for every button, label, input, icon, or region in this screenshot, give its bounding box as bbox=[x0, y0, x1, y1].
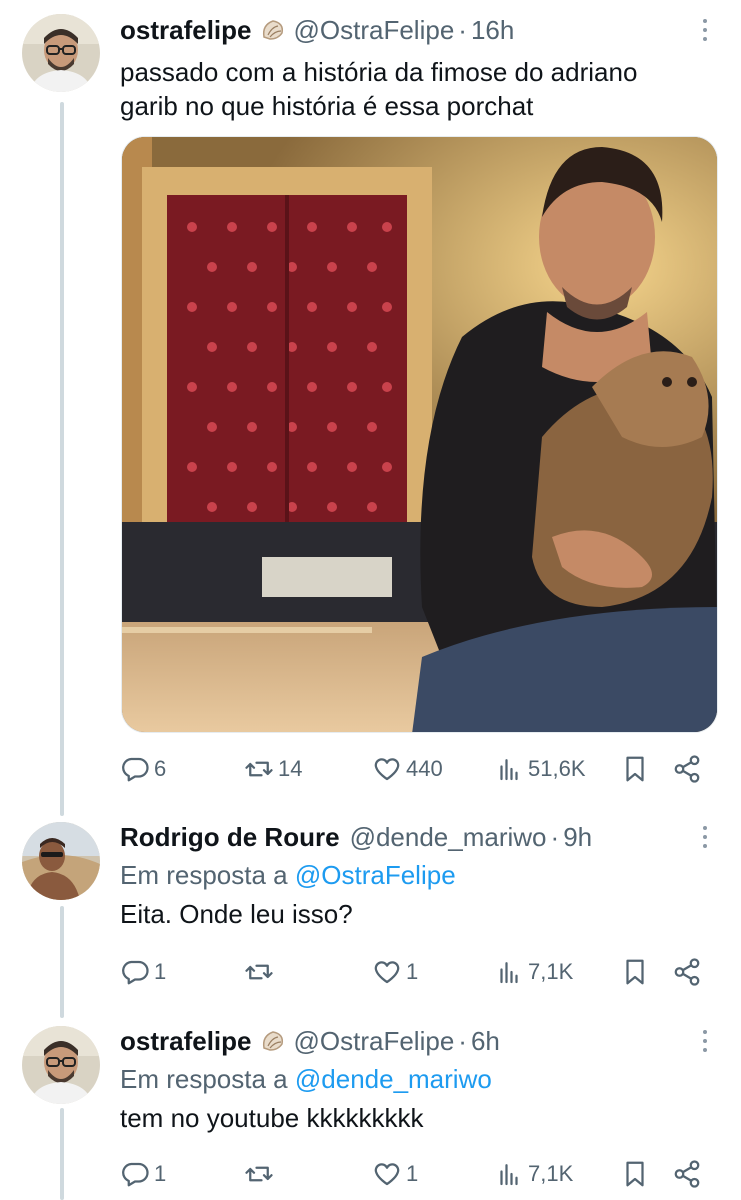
more-options-icon[interactable] bbox=[693, 13, 717, 47]
replying-to: Em resposta a @dende_mariwo bbox=[120, 1064, 717, 1095]
like-count: 1 bbox=[406, 1161, 419, 1186]
display-name[interactable]: Rodrigo de Roure bbox=[120, 822, 340, 853]
separator-dot: · bbox=[458, 1025, 467, 1056]
tweet-text: passado com a história da fimose do adri… bbox=[120, 55, 717, 123]
heart-icon bbox=[374, 758, 400, 781]
tweet-header: ostrafelipe @OstraFelipe · 6h bbox=[120, 1024, 717, 1058]
tweet-media-photo[interactable] bbox=[121, 136, 718, 733]
like-count: 440 bbox=[406, 756, 443, 781]
tweet-text: Eita. Onde leu isso? bbox=[120, 899, 353, 929]
repost-icon bbox=[245, 964, 273, 980]
repost-icon bbox=[245, 1166, 273, 1182]
views-count: 7,1K bbox=[528, 959, 574, 984]
reply-button[interactable]: 1 bbox=[120, 957, 166, 987]
reply-icon bbox=[122, 960, 149, 985]
tweet-header: ostrafelipe @OstraFelipe · 16h bbox=[120, 13, 717, 47]
shell-emoji-icon bbox=[260, 1028, 286, 1054]
share-icon bbox=[674, 958, 700, 986]
reply-count: 6 bbox=[154, 756, 167, 781]
separator-dot: · bbox=[458, 14, 467, 45]
views-button[interactable]: 51,6K bbox=[494, 754, 586, 784]
bookmark-icon bbox=[626, 1161, 644, 1187]
heart-icon bbox=[374, 961, 400, 984]
user-handle[interactable]: @OstraFelipe bbox=[294, 15, 455, 46]
share-button[interactable] bbox=[672, 1159, 702, 1189]
heart-icon bbox=[374, 1163, 400, 1186]
views-chart-icon bbox=[500, 759, 518, 781]
repost-button[interactable] bbox=[244, 957, 274, 987]
repost-icon bbox=[245, 761, 273, 777]
views-count: 7,1K bbox=[528, 1161, 574, 1186]
like-count: 1 bbox=[406, 959, 419, 984]
tweet-text-line: garib no que história é essa porchat bbox=[120, 91, 534, 121]
replying-to-link[interactable]: @OstraFelipe bbox=[295, 860, 456, 890]
tweet[interactable]: ostrafelipe @OstraFelipe · 16h passado c… bbox=[0, 0, 741, 820]
repost-count: 14 bbox=[278, 756, 303, 781]
reply-icon bbox=[122, 1162, 149, 1187]
tweet[interactable]: ostrafelipe @OstraFelipe · 6h Em respost… bbox=[0, 1022, 741, 1200]
repost-button[interactable] bbox=[244, 1159, 274, 1189]
replying-prefix: Em resposta a bbox=[120, 1064, 288, 1094]
tweet-actions: 6 14 440 51,6K bbox=[120, 751, 717, 787]
share-button[interactable] bbox=[672, 754, 702, 784]
bookmark-button[interactable] bbox=[620, 754, 650, 784]
replying-prefix: Em resposta a bbox=[120, 860, 288, 890]
timestamp[interactable]: 9h bbox=[563, 822, 592, 853]
reply-count: 1 bbox=[154, 959, 167, 984]
user-handle[interactable]: @OstraFelipe bbox=[294, 1026, 455, 1057]
tweet-text: tem no youtube kkkkkkkkk bbox=[120, 1103, 424, 1133]
views-chart-icon bbox=[500, 962, 518, 984]
tweet[interactable]: Rodrigo de Roure @dende_mariwo · 9h Em r… bbox=[0, 818, 741, 1018]
avatar[interactable] bbox=[22, 1026, 100, 1104]
display-name[interactable]: ostrafelipe bbox=[120, 1026, 252, 1057]
separator-dot: · bbox=[550, 821, 560, 852]
views-button[interactable]: 7,1K bbox=[494, 957, 573, 987]
display-name[interactable]: ostrafelipe bbox=[120, 15, 252, 46]
views-count: 51,6K bbox=[528, 756, 586, 781]
more-options-icon[interactable] bbox=[693, 1024, 717, 1058]
bookmark-button[interactable] bbox=[620, 1159, 650, 1189]
timestamp[interactable]: 6h bbox=[471, 1026, 500, 1057]
share-button[interactable] bbox=[672, 957, 702, 987]
views-button[interactable]: 7,1K bbox=[494, 1159, 573, 1189]
tweet-actions: 1 1 7,1K bbox=[120, 954, 717, 990]
replying-to: Em resposta a @OstraFelipe bbox=[120, 860, 717, 891]
bookmark-icon bbox=[626, 959, 644, 985]
timestamp[interactable]: 16h bbox=[471, 15, 514, 46]
like-button[interactable]: 440 bbox=[372, 754, 443, 784]
share-icon bbox=[674, 1160, 700, 1188]
tweet-actions: 1 1 7,1K bbox=[120, 1156, 717, 1192]
user-handle[interactable]: @dende_mariwo bbox=[350, 822, 547, 853]
tweet-text-line: passado com a história da fimose do adri… bbox=[120, 57, 638, 87]
avatar[interactable] bbox=[22, 822, 100, 900]
tweet-header: Rodrigo de Roure @dende_mariwo · 9h bbox=[120, 820, 717, 854]
like-button[interactable]: 1 bbox=[372, 957, 418, 987]
bookmark-button[interactable] bbox=[620, 957, 650, 987]
more-options-icon[interactable] bbox=[693, 820, 717, 854]
reply-count: 1 bbox=[154, 1161, 167, 1186]
bookmark-icon bbox=[626, 756, 644, 782]
views-chart-icon bbox=[500, 1164, 518, 1186]
like-button[interactable]: 1 bbox=[372, 1159, 418, 1189]
replying-to-link[interactable]: @dende_mariwo bbox=[295, 1064, 492, 1094]
avatar[interactable] bbox=[22, 14, 100, 92]
repost-button[interactable]: 14 bbox=[244, 754, 302, 784]
reply-button[interactable]: 6 bbox=[120, 754, 166, 784]
shell-emoji-icon bbox=[260, 17, 286, 43]
reply-icon bbox=[122, 757, 149, 782]
reply-button[interactable]: 1 bbox=[120, 1159, 166, 1189]
share-icon bbox=[674, 755, 700, 783]
